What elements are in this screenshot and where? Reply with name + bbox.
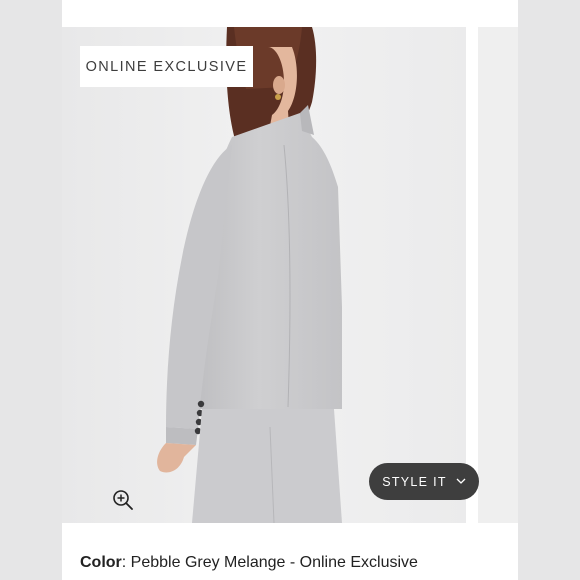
color-value: Pebble Grey Melange - Online Exclusive xyxy=(130,554,418,571)
zoom-in-icon xyxy=(113,490,133,510)
product-color-line: Color: Pebble Grey Melange - Online Excl… xyxy=(80,554,418,572)
product-image-gallery[interactable]: ONLINE EXCLUSIVE xyxy=(62,27,466,523)
next-image-preview[interactable] xyxy=(478,27,518,523)
product-photo xyxy=(62,27,466,523)
chevron-down-icon xyxy=(456,478,466,484)
zoom-button[interactable] xyxy=(110,487,136,513)
style-it-label: STYLE IT xyxy=(382,474,447,489)
badge-text: ONLINE EXCLUSIVE xyxy=(85,58,248,75)
color-colon: : xyxy=(121,554,131,571)
page-margin-right xyxy=(518,0,580,580)
color-label: Color xyxy=(80,554,122,571)
style-it-button[interactable]: STYLE IT xyxy=(369,463,479,500)
online-exclusive-badge: ONLINE EXCLUSIVE xyxy=(80,46,253,87)
page-margin-left xyxy=(0,0,62,580)
